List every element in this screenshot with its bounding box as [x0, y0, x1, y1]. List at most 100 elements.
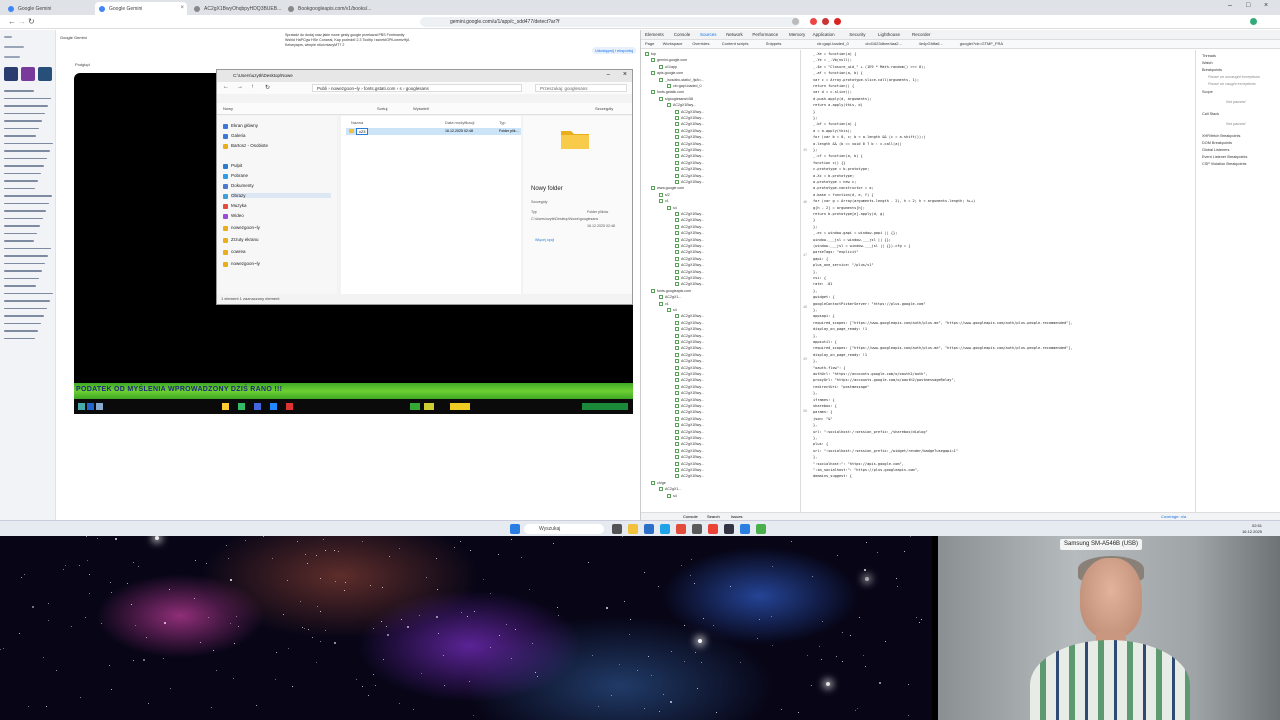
- chat-history-item[interactable]: [4, 165, 44, 167]
- column-header[interactable]: Typ: [499, 120, 505, 125]
- back-icon[interactable]: ←: [8, 17, 16, 26]
- app-icon[interactable]: [238, 403, 245, 410]
- tree-node[interactable]: s/googlesans/v58: [659, 96, 693, 103]
- nav-item[interactable]: Obrazy: [231, 193, 331, 198]
- chat-history-item[interactable]: [4, 180, 38, 182]
- column-header[interactable]: Data modyfikacji: [445, 120, 474, 125]
- gem-thumbnail[interactable]: [38, 67, 52, 81]
- debugger-section[interactable]: Breakpoints: [1202, 68, 1222, 72]
- drawer-tab[interactable]: Search: [707, 514, 720, 519]
- chat-history-item[interactable]: [4, 247, 51, 249]
- breadcrumb-item[interactable]: fonts.gstati.com: [364, 86, 396, 91]
- address-bar[interactable]: gemini.google.com/u/1/app/c_sdd477/detec…: [420, 17, 800, 27]
- maximize-icon[interactable]: □: [1246, 2, 1250, 9]
- chat-history-item[interactable]: [4, 240, 34, 242]
- chat-history-item[interactable]: [4, 172, 41, 174]
- chat-history-item[interactable]: [4, 90, 34, 92]
- nav-item[interactable]: Dokumenty: [231, 183, 254, 188]
- tree-node[interactable]: fonts.googleapis.com: [651, 288, 691, 295]
- debugger-section[interactable]: Threads: [1202, 54, 1216, 58]
- profile-avatar[interactable]: [1250, 18, 1257, 25]
- devtools-tab[interactable]: Lighthouse: [878, 32, 900, 37]
- tree-file[interactable]: AC2gX1Bwy...: [675, 429, 704, 436]
- editor-file-tab[interactable]: 4e4pGfdfa6...: [919, 41, 943, 46]
- column-header[interactable]: Nazwa: [351, 120, 363, 125]
- tree-file[interactable]: AC2gX1Bwy...: [675, 212, 704, 218]
- nav-item[interactable]: Pulpit: [231, 163, 242, 168]
- devtools-tab[interactable]: Elements: [645, 32, 664, 37]
- chat-history-item[interactable]: [4, 120, 42, 122]
- up-icon[interactable]: ↑: [251, 84, 254, 90]
- chat-history-item[interactable]: [4, 195, 52, 197]
- tree-file[interactable]: AC2gX1Bwy...: [675, 128, 704, 135]
- devtools-tab[interactable]: Recorder: [912, 32, 931, 37]
- sidebar-item[interactable]: [4, 46, 24, 48]
- tree-file[interactable]: AC2gX1Bwy...: [675, 378, 704, 384]
- tree-node[interactable]: gemini.google.com: [651, 58, 687, 64]
- reload-icon[interactable]: ↻: [28, 17, 35, 26]
- back-icon[interactable]: ←: [223, 84, 229, 90]
- devtools-subtab[interactable]: Snippets: [766, 41, 782, 46]
- tree-file[interactable]: AC2gX1Bwy...: [675, 244, 704, 250]
- debugger-section[interactable]: XHR/fetch Breakpoints: [1202, 134, 1240, 138]
- explorer-breadcrumb[interactable]: Publi › nowezgoon~ly › fonts.gstati.com …: [312, 84, 522, 92]
- editor-file-tab[interactable]: googlei?cb=GTMF_FRA: [960, 41, 1003, 46]
- tree-node[interactable]: AC2gX1...: [659, 295, 681, 301]
- devtools-tab[interactable]: Application: [813, 32, 835, 37]
- chat-history-item[interactable]: [4, 97, 51, 99]
- chat-history-item[interactable]: [4, 307, 47, 309]
- app-icon[interactable]: [724, 524, 734, 534]
- taskbar-search[interactable]: Wyszukaj: [524, 524, 604, 534]
- tree-file[interactable]: AC2gX1Bwy...: [675, 416, 704, 423]
- nav-item[interactable]: Galeria: [231, 133, 246, 138]
- gem-thumbnail[interactable]: [21, 67, 35, 81]
- chat-history-item[interactable]: [4, 157, 47, 159]
- zoom-icon[interactable]: [792, 18, 799, 25]
- nav-item[interactable]: cowrea: [231, 249, 246, 254]
- tree-file[interactable]: AC2gX1Bwy...: [675, 404, 704, 410]
- devtools-tab[interactable]: Memory: [789, 32, 805, 37]
- tree-file[interactable]: AC2gX1Bwy...: [675, 256, 704, 263]
- debugger-section[interactable]: CSP Violation Breakpoints: [1202, 162, 1246, 166]
- tree-file[interactable]: AC2gX1Bwy...: [675, 231, 704, 237]
- devtools-tab[interactable]: Security: [849, 32, 865, 37]
- tree-file[interactable]: AC2gX1Bwy...: [675, 116, 704, 122]
- breadcrumb-item[interactable]: googlesans: [406, 86, 429, 91]
- nav-item[interactable]: Muzyka: [231, 203, 247, 208]
- debugger-section[interactable]: Event Listener Breakpoints: [1202, 155, 1247, 159]
- browser-tab[interactable]: AC2gX1BwyOhqbpyHDQ3BUEB...: [190, 2, 282, 15]
- tree-node[interactable]: AC2gX1Bwy...: [667, 103, 696, 109]
- forward-icon[interactable]: →: [18, 17, 26, 26]
- tree-file[interactable]: AC2gX1Bwy...: [675, 333, 704, 340]
- nav-item[interactable]: Pobrane: [231, 173, 248, 178]
- chat-history-item[interactable]: [4, 127, 39, 129]
- debugger-section[interactable]: DOM Breakpoints: [1202, 141, 1232, 145]
- debugger-section[interactable]: Scope: [1202, 90, 1213, 94]
- breadcrumb-item[interactable]: s: [399, 86, 401, 91]
- chat-history-item[interactable]: [4, 277, 39, 279]
- chat-history-item[interactable]: [4, 262, 45, 264]
- extension-icon[interactable]: [822, 18, 829, 25]
- tree-file[interactable]: AC2gX1Bwy...: [675, 250, 704, 256]
- nav-item[interactable]: Ekran główny: [231, 123, 258, 128]
- app-icon[interactable]: [222, 403, 229, 410]
- tree-file[interactable]: AC2gX1Bwy...: [675, 442, 704, 448]
- chat-history-item[interactable]: [4, 105, 48, 107]
- explorer-search-input[interactable]: Przeszukaj: googlesans: [535, 84, 627, 92]
- chat-history-item[interactable]: [4, 142, 53, 144]
- tree-node[interactable]: ch/ge: [651, 480, 666, 487]
- tree-file[interactable]: AC2gX1Bwy...: [675, 269, 704, 276]
- chat-history-item[interactable]: [4, 232, 37, 234]
- nav-item[interactable]: Bartosz - Osobiste: [231, 143, 268, 148]
- tray-icon[interactable]: [410, 403, 420, 410]
- tree-node[interactable]: www.google.com: [651, 186, 684, 192]
- browser-tab[interactable]: Bookgoogleapis.com/v1/books/...: [284, 2, 376, 15]
- brave-icon[interactable]: [676, 524, 686, 534]
- tree-file[interactable]: AC2gX1Bwy...: [675, 468, 704, 474]
- debugger-section[interactable]: Call Stack: [1202, 112, 1219, 116]
- tree-file[interactable]: AC2gX1Bwy...: [675, 461, 704, 468]
- browser-tab[interactable]: Google Gemini: [4, 2, 94, 15]
- tree-file[interactable]: AC2gX1Bwy...: [675, 263, 704, 269]
- tree-node[interactable]: u/1/app: [659, 64, 677, 71]
- close-icon[interactable]: ×: [1264, 2, 1268, 9]
